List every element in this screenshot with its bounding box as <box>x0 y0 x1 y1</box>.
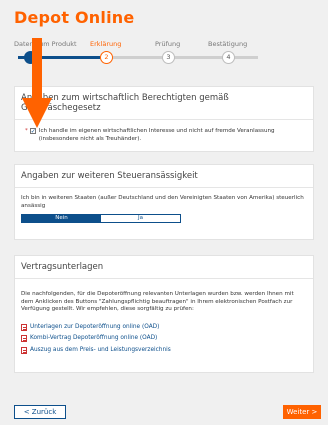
step-node-3: 3 <box>162 51 175 64</box>
back-button[interactable]: < Zurück <box>14 405 66 419</box>
beneficiary-panel: Angaben zum wirtschaftlich Berechtigten … <box>14 86 314 152</box>
beneficiary-title: Angaben zum wirtschaftlich Berechtigten … <box>15 87 313 120</box>
step-node-4: 4 <box>222 51 235 64</box>
document-label-3: Auszug aus dem Preis- und Leistungsverze… <box>30 346 171 353</box>
tax-residency-toggle: Nein Ja <box>21 214 181 223</box>
next-button[interactable]: Weiter > <box>283 405 321 419</box>
required-asterisk: * <box>25 128 28 134</box>
step-label-4: Bestätigung <box>208 40 248 48</box>
option-no[interactable]: Nein <box>22 215 101 222</box>
contracts-panel: Vertragsunterlagen Die nachfolgenden, fü… <box>14 255 314 373</box>
pdf-icon <box>21 346 27 354</box>
tax-question: Ich bin in weiteren Staaten (außer Deuts… <box>21 195 304 209</box>
arrow-down-icon <box>22 38 52 128</box>
step-label-3: Prüfung <box>155 40 181 48</box>
step-label-2: Erklärung <box>90 40 122 48</box>
step-track-pending <box>110 56 258 59</box>
option-yes[interactable]: Ja <box>101 215 180 222</box>
page-title: Depot Online <box>14 8 135 27</box>
beneficiary-checkbox[interactable]: ✓ <box>29 128 36 135</box>
beneficiary-checkbox-label: Ich handle im eigenen wirtschaftlichen I… <box>38 128 275 142</box>
tax-title: Angaben zur weiteren Steueransässigkeit <box>15 165 313 188</box>
document-label-2: Kombi-Vertrag Depoteröffnung online (OAD… <box>30 335 158 341</box>
tax-panel: Angaben zur weiteren Steueransässigkeit … <box>14 164 314 240</box>
pdf-icon <box>21 323 27 331</box>
document-link-2[interactable]: Kombi-Vertrag Depoteröffnung online (OAD… <box>21 335 307 343</box>
progress-stepper: Daten zum Produkt Erklärung Prüfung Best… <box>14 40 314 70</box>
contracts-body: Die nachfolgenden, für die Depoteröffnun… <box>15 279 313 360</box>
tax-body: Ich bin in weiteren Staaten (außer Deuts… <box>15 188 313 229</box>
document-link-1[interactable]: Unterlagen zur Depoteröffnung online (OA… <box>21 324 307 332</box>
contracts-intro: Die nachfolgenden, für die Depoteröffnun… <box>21 291 294 312</box>
pdf-icon <box>21 335 27 343</box>
step-node-2: 2 <box>100 51 113 64</box>
contracts-title: Vertragsunterlagen <box>15 256 313 279</box>
document-link-3[interactable]: Auszug aus dem Preis- und Leistungsverze… <box>21 347 307 355</box>
beneficiary-body: * ✓ Ich handle im eigenen wirtschaftlich… <box>15 120 313 149</box>
check-icon: ✓ <box>30 128 36 135</box>
document-label-1: Unterlagen zur Depoteröffnung online (OA… <box>30 323 160 330</box>
